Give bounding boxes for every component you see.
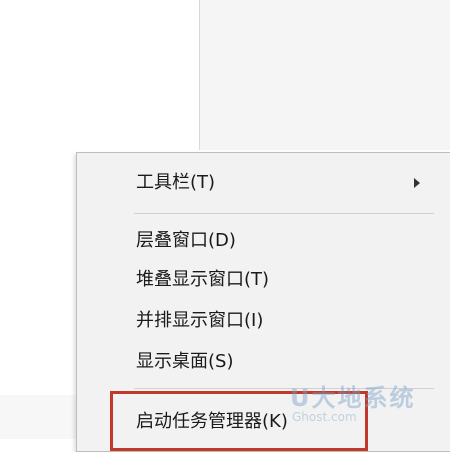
menu-item-label: 堆叠显示窗口(T) [136, 269, 270, 290]
watermark-subtext: Ghost.com [292, 410, 357, 424]
menu-item-show-desktop[interactable]: 显示桌面(S) [136, 347, 436, 377]
menu-separator [134, 213, 434, 214]
background-window-area [0, 0, 200, 150]
menu-item-label: 显示桌面(S) [136, 351, 234, 372]
menu-item-label: 并排显示窗口(I) [136, 310, 264, 331]
menu-item-stack-windows[interactable]: 堆叠显示窗口(T) [136, 265, 436, 295]
watermark-logo: U大地系统 [290, 384, 416, 412]
menu-item-label: 工具栏(T) [136, 172, 216, 193]
menu-item-side-by-side-windows[interactable]: 并排显示窗口(I) [136, 306, 436, 336]
menu-item-label: 层叠窗口(D) [136, 230, 236, 251]
background-panel-right [200, 0, 450, 150]
menu-item-cascade-windows[interactable]: 层叠窗口(D) [136, 226, 436, 256]
chevron-right-icon [414, 178, 420, 188]
menu-item-toolbars[interactable]: 工具栏(T) [136, 168, 436, 198]
